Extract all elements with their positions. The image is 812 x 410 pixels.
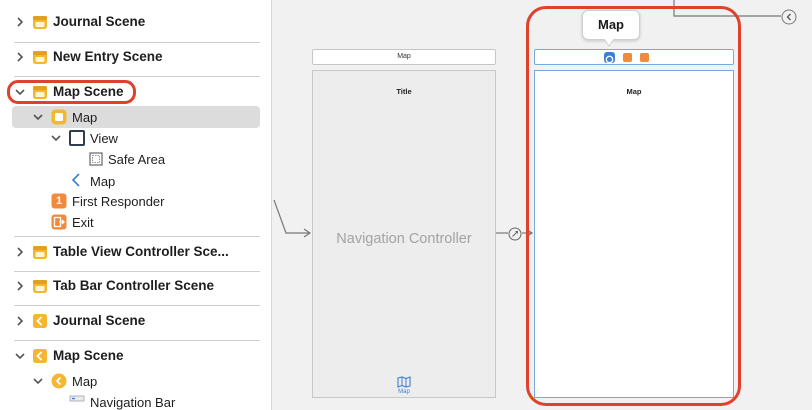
navigation-scene-icon: [32, 313, 48, 329]
outline-row-label: Map: [72, 110, 98, 125]
navigation-item-title: Title: [396, 87, 412, 96]
annotation-highlight-canvas: [526, 6, 741, 406]
divider: [14, 76, 260, 77]
outline-row-new-entry-scene[interactable]: New Entry Scene: [0, 45, 270, 69]
tooltip: Map: [582, 10, 640, 40]
tooltip-arrow: [604, 39, 614, 47]
outline-row-label: Map: [72, 374, 98, 389]
chevron-down-icon[interactable]: [50, 132, 62, 144]
scene-icon: [32, 49, 48, 65]
chevron-right-icon[interactable]: [14, 280, 26, 292]
navigation-controller-icon: [51, 373, 67, 389]
outline-row-label: Tab Bar Controller Scene: [53, 278, 215, 293]
divider: [14, 340, 260, 341]
scene-icon: [32, 278, 48, 294]
divider: [14, 236, 260, 237]
outline-row-journal-scene[interactable]: Journal Scene: [0, 10, 270, 34]
outline-row-label: Journal Scene: [53, 313, 146, 328]
back-chevron-icon[interactable]: [781, 9, 797, 25]
map-icon: [397, 376, 411, 388]
back-chevron-icon: [69, 172, 85, 188]
navigation-scene-icon: [32, 348, 48, 364]
segue-icon[interactable]: [508, 227, 522, 241]
outline-row-label: Safe Area: [108, 152, 166, 167]
outline-row-label: Exit: [72, 215, 94, 230]
divider: [14, 42, 260, 43]
tab-bar-item-label: Map: [398, 389, 410, 395]
chevron-down-icon[interactable]: [32, 375, 44, 387]
outline-row-label: Journal Scene: [53, 14, 146, 29]
outline-row-table-view-scene[interactable]: Table View Controller Sce...: [0, 240, 270, 264]
chevron-right-icon[interactable]: [14, 315, 26, 327]
outline-row-journal-scene-2[interactable]: Journal Scene: [0, 309, 270, 333]
outline-row-label: Map Scene: [53, 348, 124, 363]
outline-row-label: Navigation Bar: [90, 395, 176, 410]
first-responder-icon: 1: [51, 193, 67, 209]
outline-row-navigation-bar[interactable]: Navigation Bar: [0, 390, 270, 410]
scene-icon: [32, 14, 48, 30]
chevron-down-icon[interactable]: [32, 111, 44, 123]
annotation-highlight-outline: [7, 80, 136, 104]
chevron-right-icon[interactable]: [14, 16, 26, 28]
chevron-right-icon[interactable]: [14, 51, 26, 63]
navigation-controller-scene[interactable]: Title Navigation Controller Map: [312, 70, 496, 398]
view-icon: [69, 130, 85, 146]
outline-row-tab-bar-scene[interactable]: Tab Bar Controller Scene: [0, 274, 270, 298]
navigation-bar-icon: [69, 394, 85, 410]
divider: [14, 271, 260, 272]
outline-row-exit[interactable]: Exit: [0, 210, 270, 234]
outline-row-map-scene-2[interactable]: Map Scene: [0, 344, 270, 368]
document-outline: Journal Scene New Entry Scene Map Scene …: [0, 0, 272, 410]
exit-icon: [51, 214, 67, 230]
storyboard-canvas[interactable]: Map Title Navigation Controller Map Map …: [272, 0, 812, 410]
outline-row-label: Table View Controller Sce...: [53, 244, 229, 259]
outline-row-label: New Entry Scene: [53, 49, 163, 64]
view-controller-icon: [51, 109, 67, 125]
first-responder-badge: 1: [55, 195, 63, 207]
navigation-bar-label[interactable]: Map: [312, 49, 496, 65]
safe-area-icon: [88, 151, 104, 167]
outline-row-label: First Responder: [72, 194, 165, 209]
chevron-right-icon[interactable]: [14, 246, 26, 258]
navigation-controller-name: Navigation Controller: [336, 231, 472, 247]
outline-row-label: View: [90, 131, 118, 146]
chevron-down-icon[interactable]: [14, 350, 26, 362]
divider: [14, 305, 260, 306]
outline-row-label: Map: [90, 174, 116, 189]
scene-icon: [32, 244, 48, 260]
